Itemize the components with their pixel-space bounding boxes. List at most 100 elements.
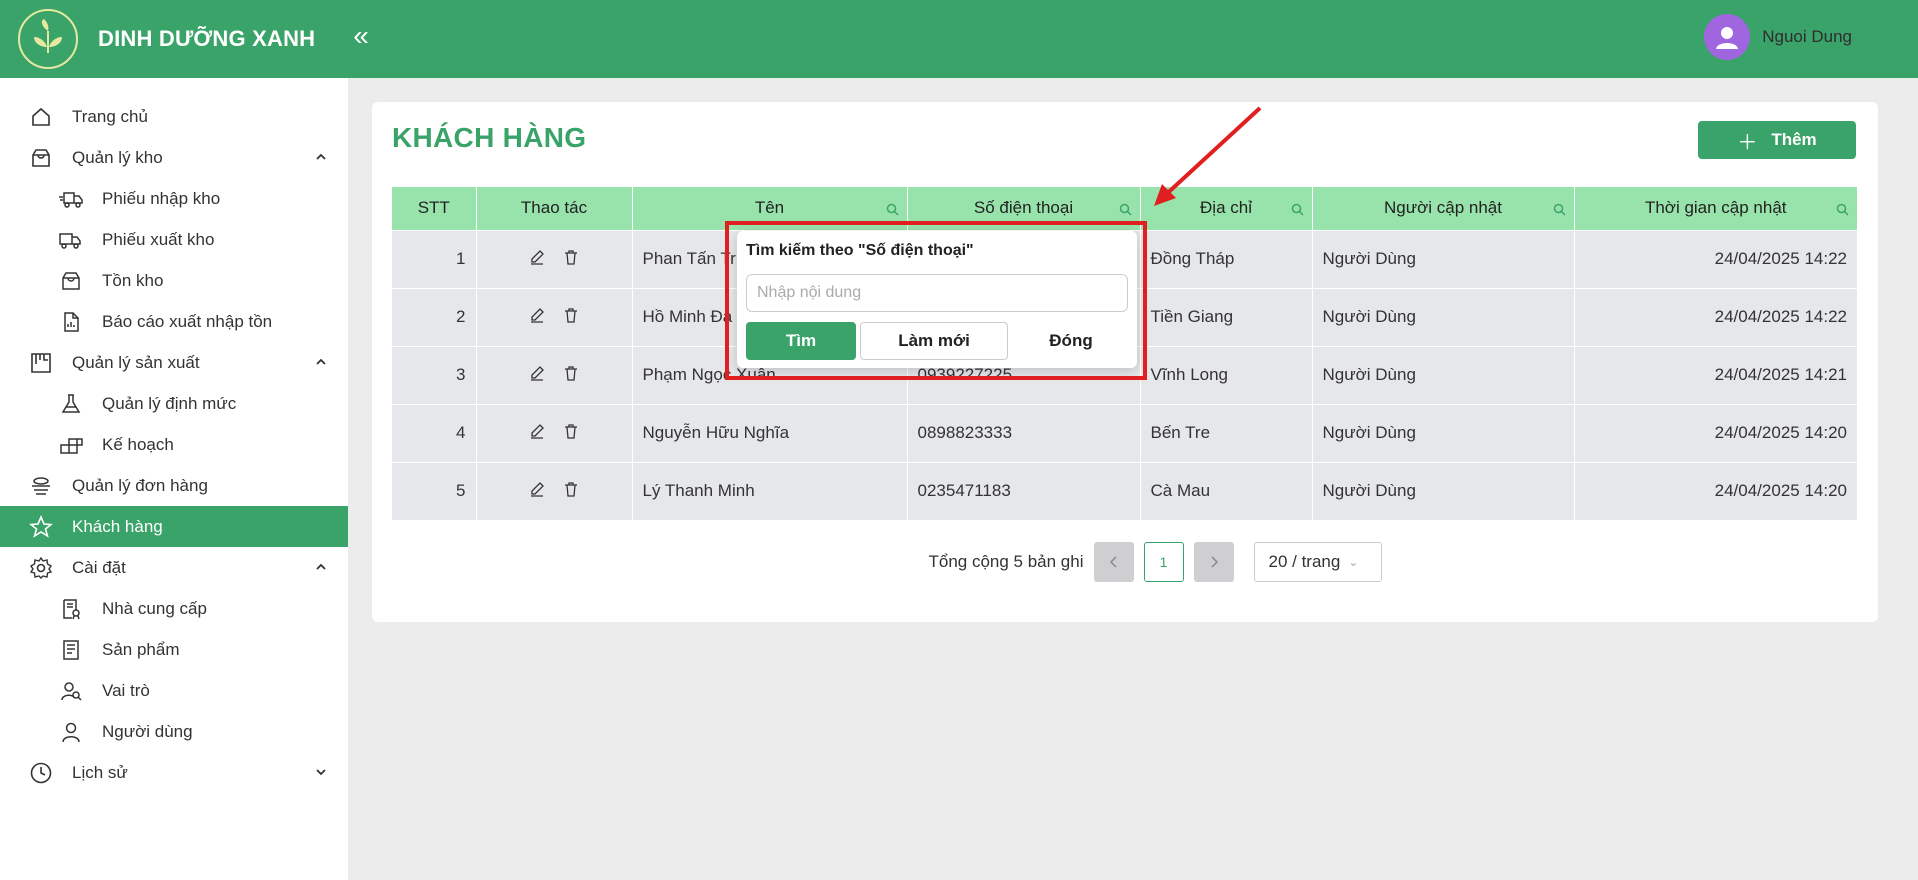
delete-icon[interactable] <box>563 365 579 386</box>
page-number-button[interactable]: 1 <box>1143 542 1184 582</box>
brand-name: DINH DƯỠNG XANH <box>98 26 316 51</box>
logo-icon <box>18 9 78 69</box>
delete-icon[interactable] <box>563 249 579 270</box>
search-icon[interactable] <box>1119 201 1132 221</box>
user-menu[interactable]: Nguoi Dung <box>1704 14 1852 60</box>
table-row: 4 Nguyễn Hữu Nghĩa 0898823333 Bến Tre Ng… <box>392 403 1858 462</box>
sidebar-item-customers[interactable]: Khách hàng <box>0 506 348 547</box>
sidebar-item-inventory[interactable]: Tồn kho <box>0 260 348 301</box>
find-button[interactable]: Tìm <box>746 322 856 360</box>
sidebar-item-roles[interactable]: Vai trò <box>0 670 348 711</box>
cell-address: Vĩnh Long <box>1140 345 1313 404</box>
sidebar-item-label: Trang chủ <box>72 106 148 126</box>
sidebar-item-export-receipt[interactable]: Phiếu xuất kho <box>0 219 348 260</box>
edit-icon[interactable] <box>529 249 545 270</box>
cell-stt: 5 <box>392 461 477 520</box>
reset-button[interactable]: Làm mới <box>860 322 1008 360</box>
cell-updater: Người Dùng <box>1312 345 1575 404</box>
sidebar-item-label: Quản lý kho <box>72 147 163 167</box>
edit-icon[interactable] <box>529 481 545 502</box>
avatar[interactable] <box>1704 14 1751 60</box>
cell-stt: 4 <box>392 403 477 462</box>
orders-icon <box>28 473 54 499</box>
chevron-down-icon <box>314 764 328 784</box>
popup-title: Tìm kiếm theo "Số điện thoại" <box>746 242 974 259</box>
edit-icon[interactable] <box>529 423 545 444</box>
next-page-button[interactable] <box>1193 542 1234 582</box>
sidebar-item-label: Quản lý định mức <box>102 393 237 413</box>
column-header-phone[interactable]: Số điện thoại <box>907 187 1141 230</box>
sidebar-item-products[interactable]: Sản phẩm <box>0 629 348 670</box>
user-avatar-icon <box>1716 27 1739 49</box>
search-icon[interactable] <box>1553 201 1566 221</box>
collapse-sidebar-icon[interactable]: « <box>346 20 376 52</box>
cell-time: 24/04/2025 14:22 <box>1574 229 1858 288</box>
user-icon <box>58 719 84 745</box>
close-button[interactable]: Đóng <box>1007 322 1135 360</box>
sidebar-item-label: Quản lý đơn hàng <box>72 475 208 495</box>
chevron-up-icon <box>314 354 328 374</box>
delete-icon[interactable] <box>563 423 579 444</box>
prev-page-button[interactable] <box>1093 542 1134 582</box>
factory-icon <box>28 350 54 376</box>
sidebar-item-production[interactable]: Quản lý sản xuất <box>0 342 348 383</box>
cell-address: Tiền Giang <box>1140 287 1313 346</box>
edit-icon[interactable] <box>529 307 545 328</box>
cell-updater: Người Dùng <box>1312 403 1575 462</box>
cell-stt: 2 <box>392 287 477 346</box>
add-button-label: Thêm <box>1771 130 1817 149</box>
user-name: Nguoi Dung <box>1762 27 1852 46</box>
column-header-updated-time[interactable]: Thời gian cập nhật <box>1574 187 1858 230</box>
search-input[interactable] <box>746 274 1128 312</box>
sidebar: DINH DƯỠNG XANH « Trang chủ Quản lý kho … <box>0 0 369 880</box>
page-size-value: 20 / trang <box>1268 552 1341 571</box>
search-icon[interactable] <box>1291 201 1304 221</box>
product-icon <box>58 637 84 663</box>
table-row: 5 Lý Thanh Minh 0235471183 Cà Mau Người … <box>392 461 1858 520</box>
cell-actions <box>476 345 633 404</box>
gear-icon <box>28 555 54 581</box>
page-size-select[interactable]: 20 / trang ⌄ <box>1253 542 1382 582</box>
sidebar-item-label: Báo cáo xuất nhập tồn <box>102 311 273 331</box>
delete-icon[interactable] <box>563 307 579 328</box>
sidebar-item-warehouse[interactable]: Quản lý kho <box>0 137 348 178</box>
sidebar-item-label: Phiếu nhập kho <box>102 188 221 208</box>
sidebar-item-plan[interactable]: Kế hoạch <box>0 424 348 465</box>
column-header-address[interactable]: Địa chỉ <box>1140 187 1313 230</box>
sidebar-item-label: Người dùng <box>102 721 193 741</box>
cell-actions <box>476 287 633 346</box>
edit-icon[interactable] <box>529 365 545 386</box>
flask-icon <box>58 391 84 417</box>
column-header-name[interactable]: Tên <box>632 187 908 230</box>
sidebar-item-users[interactable]: Người dùng <box>0 711 348 752</box>
cell-actions <box>476 403 633 462</box>
report-icon <box>58 309 84 335</box>
sidebar-item-report[interactable]: Báo cáo xuất nhập tồn <box>0 301 348 342</box>
cell-time: 24/04/2025 14:22 <box>1574 287 1858 346</box>
search-icon[interactable] <box>886 201 899 221</box>
sidebar-item-norms[interactable]: Quản lý định mức <box>0 383 348 424</box>
sidebar-item-suppliers[interactable]: Nhà cung cấp <box>0 588 348 629</box>
history-icon <box>28 760 54 786</box>
column-header-updater[interactable]: Người cập nhật <box>1312 187 1575 230</box>
home-icon <box>28 104 54 130</box>
sidebar-item-import-receipt[interactable]: Phiếu nhập kho <box>0 178 348 219</box>
sidebar-item-label: Lịch sử <box>72 762 128 782</box>
sidebar-item-label: Tồn kho <box>102 270 164 290</box>
sidebar-item-home[interactable]: Trang chủ <box>0 96 348 137</box>
sidebar-item-label: Sản phẩm <box>102 639 180 659</box>
table-header-row: STT Thao tác Tên Số điện thoại Địa chỉ N… <box>392 187 1858 230</box>
cell-address: Bến Tre <box>1140 403 1313 462</box>
add-button[interactable]: ＋ Thêm <box>1698 121 1856 159</box>
sidebar-item-orders[interactable]: Quản lý đơn hàng <box>0 465 348 506</box>
cell-time: 24/04/2025 14:20 <box>1574 403 1858 462</box>
search-icon[interactable] <box>1836 201 1849 221</box>
page-title: KHÁCH HÀNG <box>392 122 587 153</box>
sidebar-item-history[interactable]: Lịch sử <box>0 752 348 793</box>
cell-actions <box>476 229 633 288</box>
supplier-icon <box>58 596 84 622</box>
delete-icon[interactable] <box>563 481 579 502</box>
sidebar-item-settings[interactable]: Cài đặt <box>0 547 348 588</box>
box-icon <box>28 145 54 171</box>
cell-name: Lý Thanh Minh <box>632 461 908 520</box>
